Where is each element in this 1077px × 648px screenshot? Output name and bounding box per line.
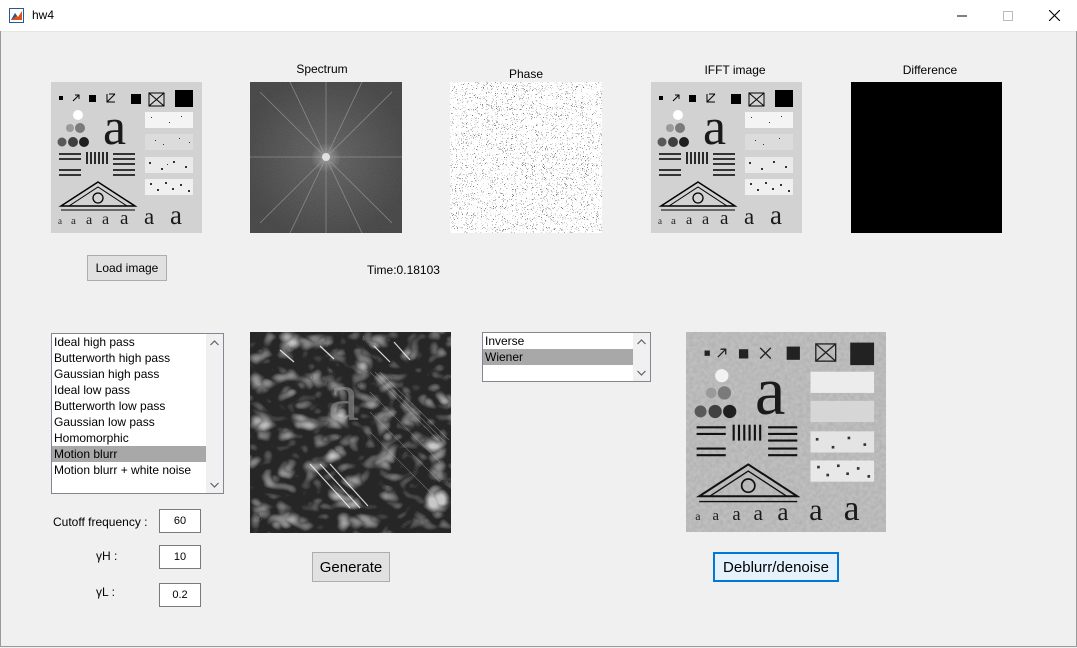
minimize-icon bbox=[957, 15, 967, 16]
svg-text:a: a bbox=[102, 211, 109, 228]
phase-image bbox=[450, 82, 602, 233]
svg-text:a: a bbox=[170, 200, 182, 230]
svg-text:a: a bbox=[671, 215, 676, 227]
svg-text:a: a bbox=[686, 213, 693, 228]
scroll-up-arrow[interactable] bbox=[206, 334, 223, 351]
cutoff-label: Cutoff frequency : bbox=[53, 515, 148, 529]
deblur-denoise-button[interactable]: Deblurr/denoise bbox=[713, 552, 839, 582]
filter-list-item[interactable]: Homomorphic bbox=[52, 430, 206, 446]
svg-text:a: a bbox=[144, 204, 154, 229]
test-pattern-original: a a a a a a a a bbox=[51, 82, 202, 233]
restoration-list-item[interactable]: Wiener bbox=[483, 349, 633, 365]
svg-text:a: a bbox=[702, 211, 709, 228]
restoration-listbox[interactable]: Inverse Wiener bbox=[482, 332, 651, 382]
scroll-up-arrow[interactable] bbox=[633, 333, 650, 350]
svg-text:a: a bbox=[755, 353, 786, 429]
gamma-l-label: γL : bbox=[96, 585, 115, 599]
filter-list-items: Ideal high pass Butterworth high pass Gaus… bbox=[52, 334, 206, 478]
svg-text:a: a bbox=[732, 504, 740, 525]
filter-list-item[interactable]: Butterworth high pass bbox=[52, 350, 206, 366]
spectrum-image bbox=[250, 82, 402, 233]
svg-text:a: a bbox=[754, 501, 764, 525]
svg-text:a: a bbox=[695, 509, 701, 523]
scroll-down-arrow[interactable] bbox=[206, 476, 223, 493]
close-button[interactable] bbox=[1031, 0, 1077, 31]
minimize-button[interactable] bbox=[939, 0, 985, 31]
svg-text:a: a bbox=[71, 215, 76, 227]
svg-text:a: a bbox=[658, 216, 662, 226]
load-image-button[interactable]: Load image bbox=[87, 255, 167, 281]
difference-title: Difference bbox=[902, 63, 958, 77]
gamma-h-label: γH : bbox=[96, 549, 118, 563]
matlab-icon bbox=[9, 8, 24, 23]
cutoff-frequency-input[interactable]: 60 bbox=[159, 509, 201, 533]
degraded-image: a bbox=[250, 332, 451, 533]
svg-text:a: a bbox=[844, 488, 860, 528]
filter-list-item[interactable]: Gaussian low pass bbox=[52, 414, 206, 430]
restoration-scrollbar[interactable] bbox=[633, 333, 650, 381]
ifft-title: IFFT image bbox=[704, 63, 766, 77]
restoration-list-item[interactable]: Inverse bbox=[483, 333, 633, 349]
filter-list-item[interactable]: Gaussian high pass bbox=[52, 366, 206, 382]
scroll-down-arrow[interactable] bbox=[633, 364, 650, 381]
ifft-image: a a a a a a a a bbox=[651, 82, 802, 233]
restored-image: a a a a a a a a bbox=[686, 332, 886, 532]
svg-text:a: a bbox=[328, 359, 359, 436]
svg-text:a: a bbox=[777, 499, 788, 526]
svg-text:a: a bbox=[120, 208, 129, 229]
maximize-button[interactable] bbox=[985, 0, 1031, 31]
close-icon bbox=[1048, 10, 1060, 21]
svg-text:a: a bbox=[703, 99, 726, 156]
generate-button[interactable]: Generate bbox=[312, 552, 390, 582]
chevron-up-icon bbox=[210, 339, 219, 345]
svg-text:a: a bbox=[103, 99, 126, 156]
filter-list-item[interactable]: Motion blurr bbox=[52, 446, 206, 462]
svg-text:a: a bbox=[770, 200, 782, 230]
window-title: hw4 bbox=[32, 8, 55, 22]
svg-text:a: a bbox=[720, 208, 729, 229]
filter-list-item[interactable]: Butterworth low pass bbox=[52, 398, 206, 414]
filter-list-item[interactable]: Motion blurr + white noise bbox=[52, 462, 206, 478]
svg-text:a: a bbox=[809, 493, 823, 527]
chevron-down-icon bbox=[210, 482, 219, 488]
svg-text:a: a bbox=[86, 213, 93, 228]
gamma-l-input[interactable]: 0.2 bbox=[159, 583, 201, 607]
gamma-h-input[interactable]: 10 bbox=[159, 545, 201, 569]
spectrum-title: Spectrum bbox=[296, 62, 348, 76]
filter-listbox[interactable]: Ideal high pass Butterworth high pass Gaus… bbox=[51, 333, 224, 494]
restoration-list-items: Inverse Wiener bbox=[483, 333, 633, 365]
chevron-up-icon bbox=[637, 338, 646, 344]
title-bar: hw4 bbox=[0, 0, 1077, 32]
filter-scrollbar[interactable] bbox=[206, 334, 223, 493]
time-readout: Time:0.18103 bbox=[367, 263, 440, 277]
difference-image bbox=[851, 82, 1002, 233]
svg-text:a: a bbox=[744, 204, 754, 229]
chevron-down-icon bbox=[637, 370, 646, 376]
svg-text:a: a bbox=[712, 508, 719, 524]
maximize-icon bbox=[1003, 10, 1013, 21]
phase-title: Phase bbox=[508, 67, 544, 81]
original-image: a a a a a a a a bbox=[51, 82, 202, 233]
filter-list-item[interactable]: Ideal low pass bbox=[52, 382, 206, 398]
filter-list-item[interactable]: Ideal high pass bbox=[52, 334, 206, 350]
svg-text:a: a bbox=[58, 216, 62, 226]
